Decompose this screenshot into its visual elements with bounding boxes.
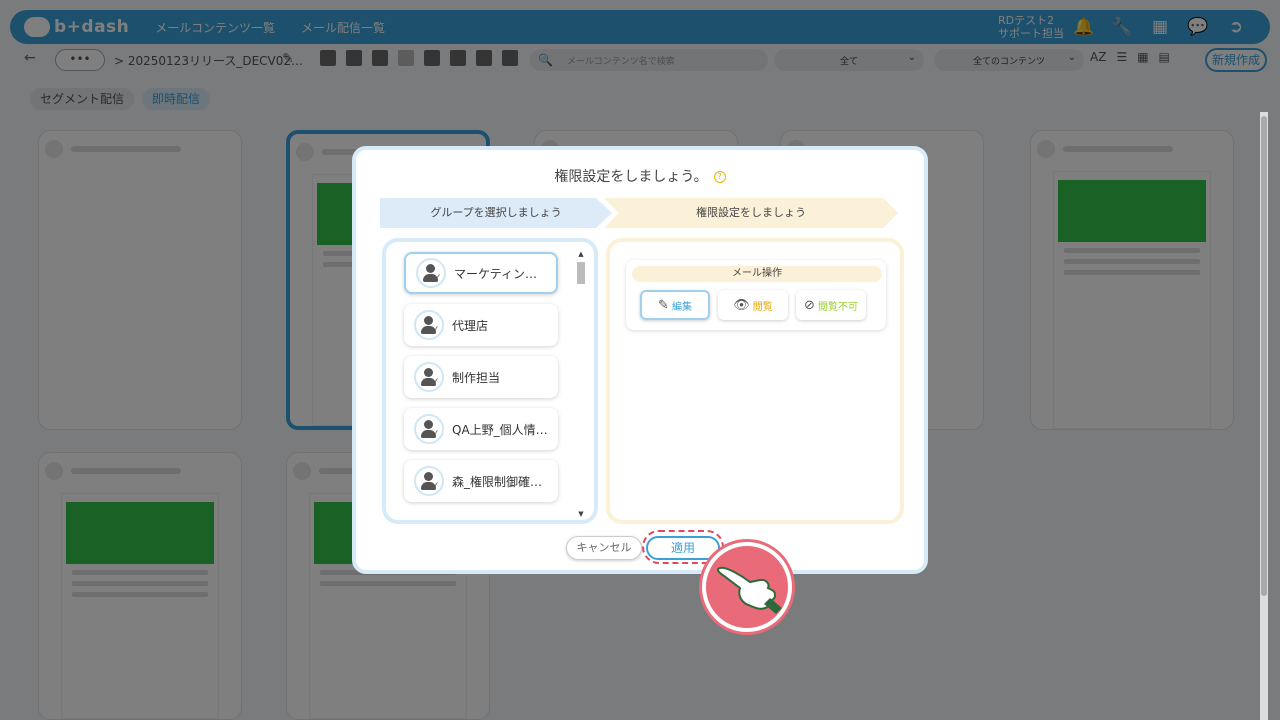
scroll-thumb[interactable] — [577, 262, 585, 284]
permission-card: メール操作 ✎ 編集 👁 閲覧 ⊘ 閲覧不可 — [626, 260, 886, 330]
user-check-icon: ✓ — [414, 310, 444, 340]
group-list: ✓ マーケティン… ✓ 代理店 ✓ 制作担当 ✓ QA上野_個人情… ✓ 森_権限制御確… — [404, 252, 560, 512]
permission-panel: メール操作 ✎ 編集 👁 閲覧 ⊘ 閲覧不可 — [606, 238, 904, 524]
group-list-item[interactable]: ✓ 森_権限制御確… — [404, 460, 558, 502]
cancel-button[interactable]: キャンセル — [566, 536, 642, 560]
group-list-item[interactable]: ✓ 制作担当 — [404, 356, 558, 398]
no-view-icon: ⊘ — [804, 297, 815, 313]
page-scrollbar[interactable] — [1260, 112, 1268, 720]
permission-view-button[interactable]: 👁 閲覧 — [718, 290, 788, 320]
permission-modal: 権限設定をしましょう。? グループを選択しましょう 権限設定をしましょう ✓ マー… — [352, 146, 928, 574]
group-list-item[interactable]: ✓ QA上野_個人情… — [404, 408, 558, 450]
group-label: 森_権限制御確… — [452, 474, 543, 489]
user-check-icon: ✓ — [416, 258, 446, 288]
group-label: 制作担当 — [452, 370, 501, 385]
group-label: マーケティン… — [454, 266, 538, 281]
user-check-icon: ✓ — [414, 466, 444, 496]
step-select-group: グループを選択しましょう — [380, 198, 612, 228]
group-list-item[interactable]: ✓ マーケティン… — [404, 252, 558, 294]
scroll-up-icon[interactable]: ▲ — [576, 250, 586, 258]
group-label: QA上野_個人情… — [452, 422, 548, 437]
group-list-scrollbar[interactable]: ▲ ▼ — [576, 250, 586, 518]
user-check-icon: ✓ — [414, 414, 444, 444]
group-list-item[interactable]: ✓ 代理店 — [404, 304, 558, 346]
help-icon[interactable]: ? — [713, 171, 726, 183]
modal-title-text: 権限設定をしましょう。 — [554, 169, 708, 185]
eye-icon: 👁 — [733, 297, 750, 313]
modal-title: 権限設定をしましょう。? — [356, 166, 924, 186]
permission-noview-button[interactable]: ⊘ 閲覧不可 — [796, 290, 866, 320]
permission-noview-label: 閲覧不可 — [817, 301, 858, 313]
scroll-down-icon[interactable]: ▼ — [576, 510, 586, 518]
permission-edit-label: 編集 — [671, 301, 692, 313]
group-list-panel: ✓ マーケティン… ✓ 代理店 ✓ 制作担当 ✓ QA上野_個人情… ✓ 森_権限制御確… ▲ ▼ — [382, 238, 598, 524]
step-set-permission: 権限設定をしましょう — [604, 198, 898, 228]
permission-edit-button[interactable]: ✎ 編集 — [640, 290, 710, 320]
apply-button[interactable]: 適用 — [646, 536, 720, 560]
permission-view-label: 閲覧 — [752, 301, 773, 313]
user-check-icon: ✓ — [414, 362, 444, 392]
group-label: 代理店 — [452, 318, 489, 333]
pencil-icon: ✎ — [658, 297, 669, 313]
permission-label: メール操作 — [632, 266, 882, 282]
pointing-hand-icon — [702, 542, 792, 632]
